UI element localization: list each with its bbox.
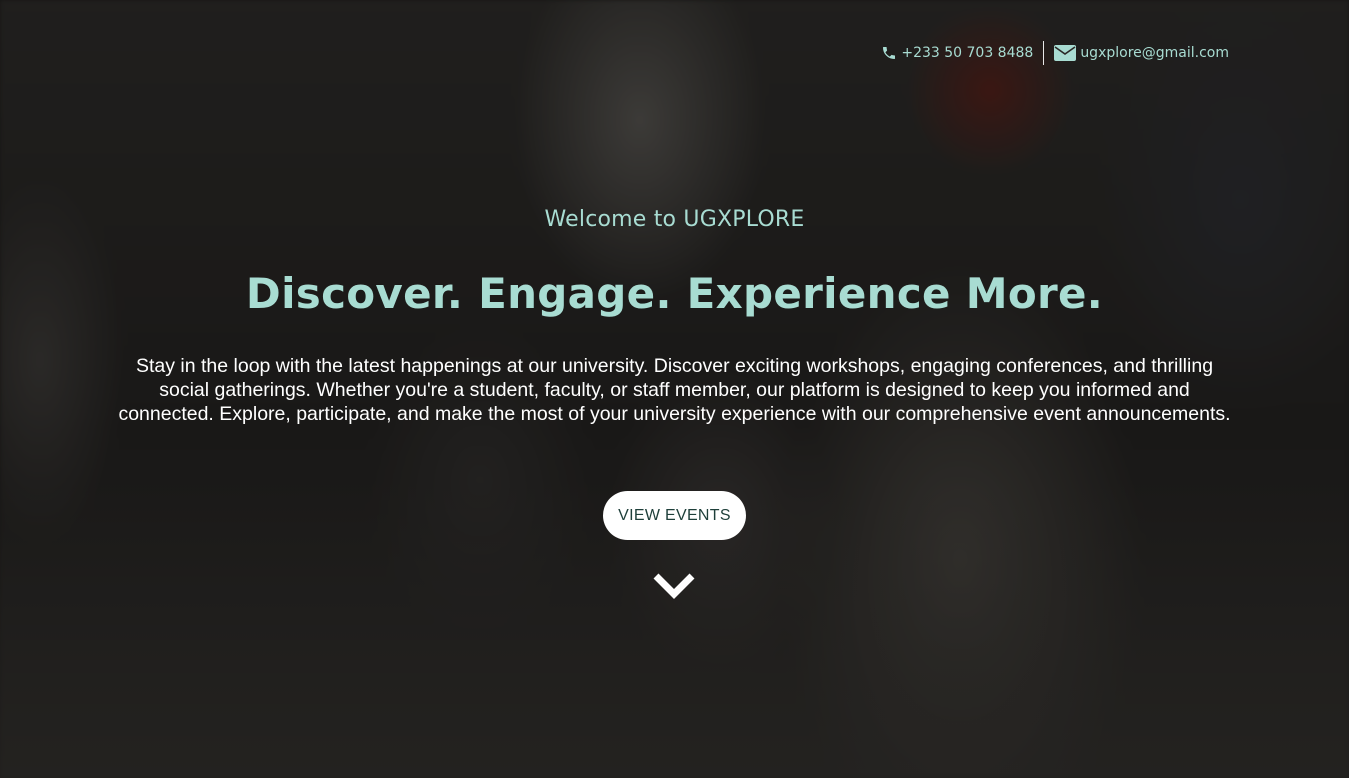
contact-phone[interactable]: +233 50 703 8488 xyxy=(881,45,1033,61)
hero-section: +233 50 703 8488 ugxplore@gmail.com Welc… xyxy=(0,0,1349,778)
chevron-down-icon[interactable] xyxy=(653,571,695,601)
page-title: Discover. Engage. Experience More. xyxy=(245,269,1104,318)
phone-icon xyxy=(881,45,897,61)
welcome-text: Welcome to UGXPLORE xyxy=(544,207,805,232)
contact-email[interactable]: ugxplore@gmail.com xyxy=(1054,44,1229,61)
hero-description: Stay in the loop with the latest happeni… xyxy=(118,355,1231,425)
contact-bar: +233 50 703 8488 ugxplore@gmail.com xyxy=(881,40,1229,65)
email-address: ugxplore@gmail.com xyxy=(1080,44,1229,61)
phone-number: +233 50 703 8488 xyxy=(901,44,1034,61)
view-events-button[interactable]: VIEW EVENTS xyxy=(603,491,746,540)
envelope-icon xyxy=(1054,44,1077,61)
contact-divider xyxy=(1043,40,1045,65)
